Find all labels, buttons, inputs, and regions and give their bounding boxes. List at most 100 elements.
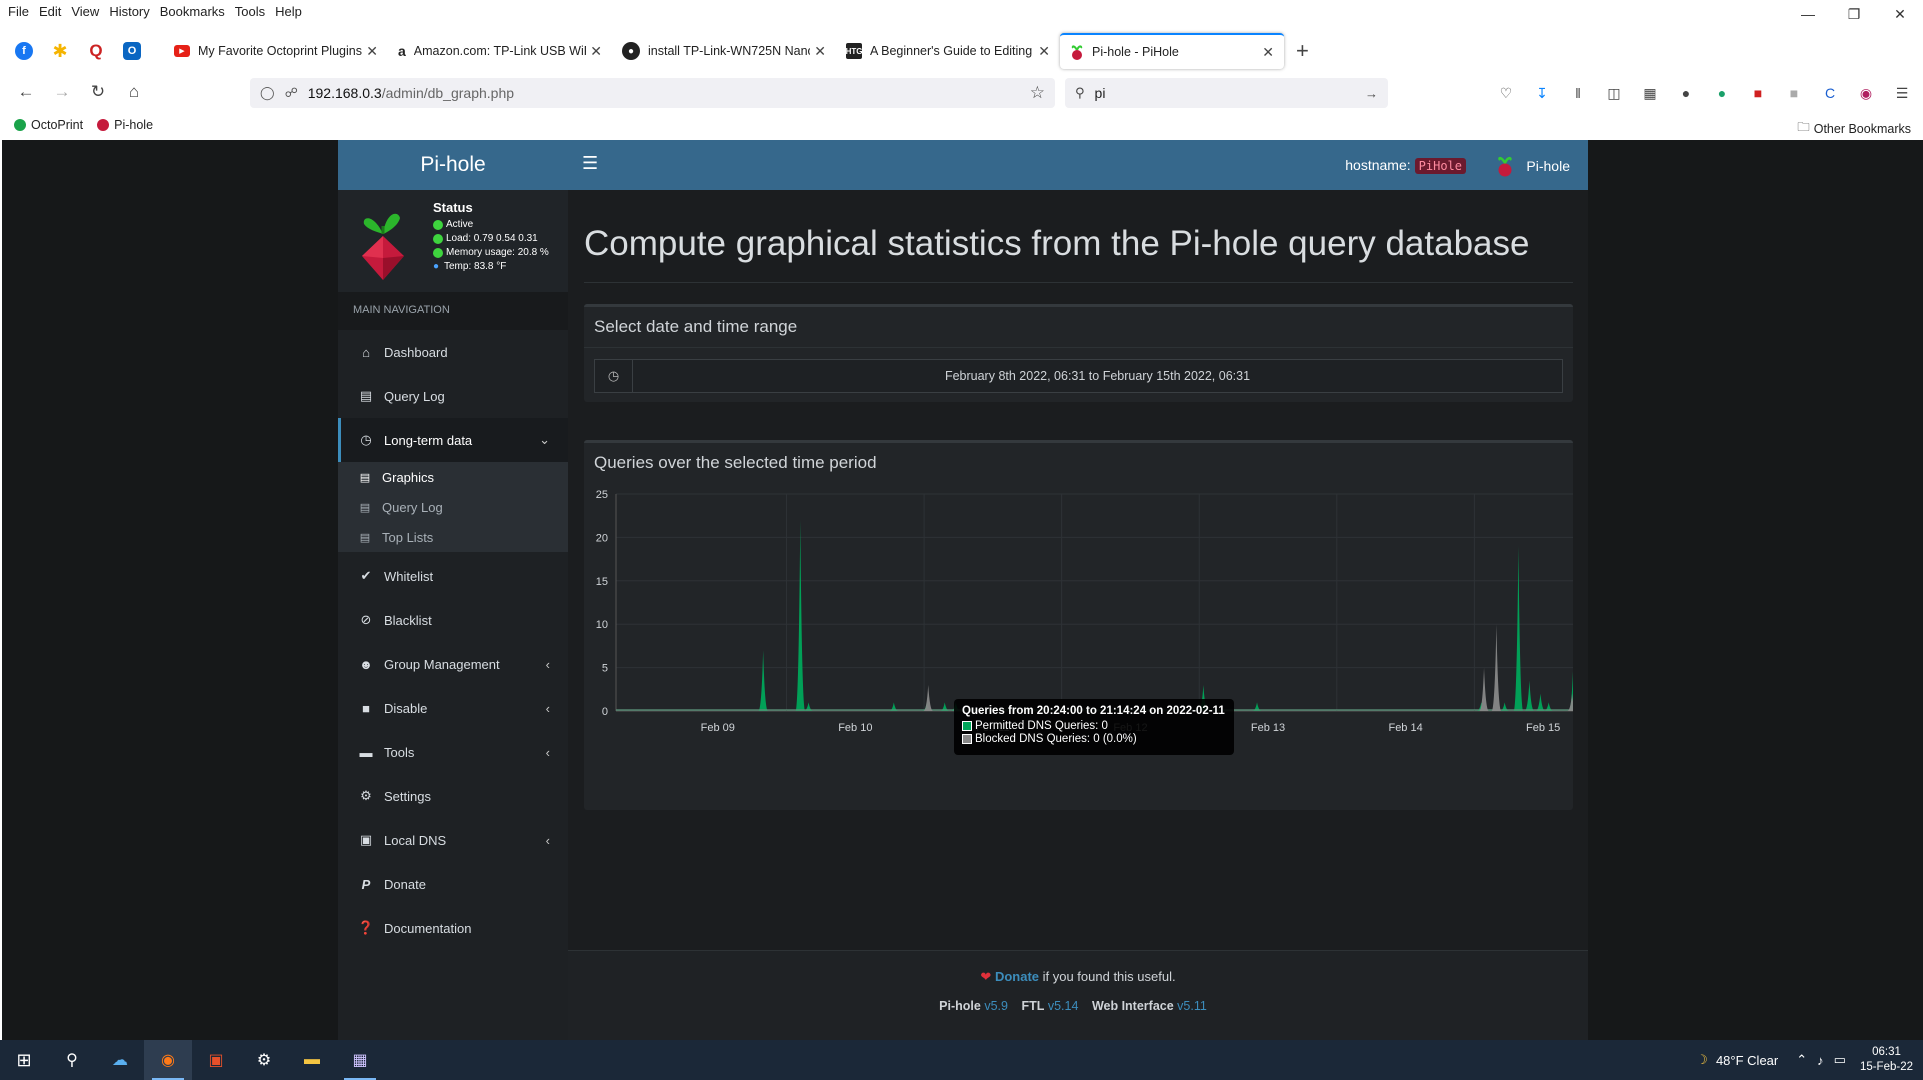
- web-version-link[interactable]: v5.11: [1177, 999, 1207, 1013]
- tab-github[interactable]: ● install TP-Link-WN725N Nano U ✕: [612, 33, 836, 69]
- donate-link[interactable]: Donate: [995, 969, 1039, 984]
- extension-a-icon[interactable]: ●: [1704, 80, 1740, 106]
- y-tick-label: 0: [602, 706, 608, 718]
- lock-icon[interactable]: ☍: [285, 85, 298, 101]
- tab-octoprint-plugins[interactable]: ▶ My Favorite Octoprint Plugins / ✕: [164, 33, 388, 69]
- home-icon[interactable]: ⌂: [116, 76, 152, 108]
- close-tab-icon[interactable]: ✕: [1262, 44, 1274, 61]
- app-menu-icon[interactable]: ☰: [1884, 80, 1920, 106]
- taskbar-app-network[interactable]: ▦: [336, 1040, 384, 1080]
- tab-htg[interactable]: HTG A Beginner's Guide to Editing T ✕: [836, 33, 1060, 69]
- tab-amazon[interactable]: a Amazon.com: TP-Link USB WiFi ✕: [388, 33, 612, 69]
- sidebar-item-graphics[interactable]: ▤ Graphics: [338, 462, 568, 492]
- tab-pihole[interactable]: Pi-hole - PiHole ✕: [1060, 33, 1284, 69]
- sidebar-item-blacklist[interactable]: ⊘ Blacklist: [338, 598, 568, 642]
- menu-bookmarks[interactable]: Bookmarks: [160, 4, 225, 19]
- taskbar-app-explorer[interactable]: ▬: [288, 1040, 336, 1080]
- nav-label: Donate: [384, 876, 426, 892]
- library-icon[interactable]: ‖: [1560, 80, 1596, 106]
- brand-logo[interactable]: Pi-hole: [338, 140, 568, 190]
- sidebar-item-query-log[interactable]: ▤ Query Log: [338, 374, 568, 418]
- ruler-icon[interactable]: ▦: [1632, 80, 1668, 106]
- volume-icon[interactable]: ♪: [1817, 1053, 1824, 1068]
- x-tick-label: Feb 13: [1251, 722, 1285, 734]
- sidebar-item-long-term-data[interactable]: ◷ Long-term data ⌄: [338, 418, 568, 462]
- clock[interactable]: 06:31 15-Feb-22: [1860, 1045, 1913, 1075]
- pinned-tab-facebook[interactable]: f: [6, 33, 42, 69]
- search-input[interactable]: pi: [1095, 85, 1365, 101]
- quora-icon: Q: [89, 41, 103, 60]
- folder-icon: 🗀: [1797, 120, 1810, 134]
- search-bar[interactable]: ⚲ pi →: [1065, 78, 1388, 108]
- close-window-icon[interactable]: ✕: [1877, 0, 1923, 28]
- sidebar-item-local-dns[interactable]: ▣ Local DNS ‹: [338, 818, 568, 862]
- menu-tools[interactable]: Tools: [235, 4, 265, 19]
- forward-icon[interactable]: →: [44, 76, 80, 108]
- sidebar-item-whitelist[interactable]: ✔ Whitelist: [338, 554, 568, 598]
- pihole-version-link[interactable]: v5.9: [984, 999, 1008, 1013]
- close-tab-icon[interactable]: ✕: [590, 43, 602, 60]
- url-bar[interactable]: ◯ ☍ 192.168.0.3/admin/db_graph.php ☆: [250, 78, 1055, 108]
- ftl-version-link[interactable]: v5.14: [1048, 999, 1079, 1013]
- network-icon[interactable]: ▭: [1834, 1052, 1846, 1068]
- bookmark-octoprint[interactable]: OctoPrint: [14, 118, 83, 132]
- main-navigation-header: MAIN NAVIGATION: [338, 292, 568, 330]
- url-text[interactable]: 192.168.0.3/admin/db_graph.php: [308, 85, 1030, 101]
- status-memory: Memory usage: 20.8 %: [433, 247, 549, 258]
- go-arrow-icon[interactable]: →: [1365, 86, 1378, 101]
- hamburger-menu-icon[interactable]: ☰: [582, 153, 598, 174]
- taskbar-app-steam[interactable]: ⚙: [240, 1040, 288, 1080]
- menu-history[interactable]: History: [109, 4, 149, 19]
- menu-edit[interactable]: Edit: [39, 4, 61, 19]
- shield-icon[interactable]: ◯: [260, 85, 275, 101]
- menu-view[interactable]: View: [71, 4, 99, 19]
- menu-file[interactable]: File: [8, 4, 29, 19]
- walmart-icon: ✱: [52, 40, 68, 61]
- search-taskbar-button[interactable]: ⚲: [48, 1040, 96, 1080]
- extension-c-icon[interactable]: C: [1812, 80, 1848, 106]
- taskbar-app-weather[interactable]: ☁: [96, 1040, 144, 1080]
- sidebar-icon[interactable]: ◫: [1596, 80, 1632, 106]
- restore-icon[interactable]: ❐: [1831, 0, 1877, 28]
- bookmark-star-icon[interactable]: ☆: [1030, 83, 1045, 103]
- pinned-tab-outlook[interactable]: O: [114, 33, 150, 69]
- other-bookmarks[interactable]: 🗀 Other Bookmarks: [1797, 118, 1911, 139]
- sidebar-item-disable[interactable]: ■ Disable ‹: [338, 686, 568, 730]
- sidebar-item-top-lists[interactable]: ▤ Top Lists: [338, 522, 568, 552]
- downloads-icon[interactable]: ↧: [1524, 80, 1560, 106]
- pinned-tab-walmart[interactable]: ✱: [42, 33, 78, 69]
- sidebar-item-settings[interactable]: ⚙ Settings: [338, 774, 568, 818]
- menu-help[interactable]: Help: [275, 4, 302, 19]
- taskbar-app-store[interactable]: ▣: [192, 1040, 240, 1080]
- close-tab-icon[interactable]: ✕: [366, 43, 378, 60]
- sidebar-item-group-management[interactable]: ☻ Group Management ‹: [338, 642, 568, 686]
- weather-text[interactable]: 48°F Clear: [1716, 1053, 1778, 1068]
- extension-red-icon[interactable]: ■: [1740, 80, 1776, 106]
- pinned-tab-quora[interactable]: Q: [78, 33, 114, 69]
- minimize-icon[interactable]: —: [1785, 0, 1831, 28]
- new-tab-button[interactable]: +: [1296, 38, 1309, 64]
- extension-t-icon[interactable]: ●: [1668, 80, 1704, 106]
- start-button[interactable]: ⊞: [0, 1040, 48, 1080]
- queries-chart[interactable]: 0510152025Feb 09Feb 10Feb 11Feb 12Feb 13…: [584, 487, 1573, 813]
- date-range-input[interactable]: ◷ February 8th 2022, 06:31 to February 1…: [594, 359, 1563, 393]
- user-menu[interactable]: Pi-hole: [1496, 155, 1570, 177]
- outlook-icon: O: [123, 42, 141, 60]
- extension-grey-icon[interactable]: ■: [1776, 80, 1812, 106]
- file-icon: ▤: [359, 471, 371, 484]
- sidebar-item-donate[interactable]: P Donate: [338, 862, 568, 906]
- back-icon[interactable]: ←: [8, 76, 44, 108]
- taskbar-app-firefox[interactable]: ◉: [144, 1040, 192, 1080]
- sidebar-item-documentation[interactable]: ❓ Documentation: [338, 906, 568, 950]
- chevron-up-icon[interactable]: ⌃: [1796, 1052, 1807, 1068]
- sidebar-item-dashboard[interactable]: ⌂ Dashboard: [338, 330, 568, 374]
- sidebar-item-tools[interactable]: ▬ Tools ‹: [338, 730, 568, 774]
- close-tab-icon[interactable]: ✕: [814, 43, 826, 60]
- extension-circle-icon[interactable]: ◉: [1848, 80, 1884, 106]
- reload-icon[interactable]: ↻: [80, 76, 116, 108]
- date-range-value[interactable]: February 8th 2022, 06:31 to February 15t…: [633, 360, 1562, 392]
- bookmark-pihole[interactable]: Pi-hole: [97, 118, 153, 132]
- close-tab-icon[interactable]: ✕: [1038, 43, 1050, 60]
- pocket-icon[interactable]: ♡: [1488, 80, 1524, 106]
- sidebar-item-lt-query-log[interactable]: ▤ Query Log: [338, 492, 568, 522]
